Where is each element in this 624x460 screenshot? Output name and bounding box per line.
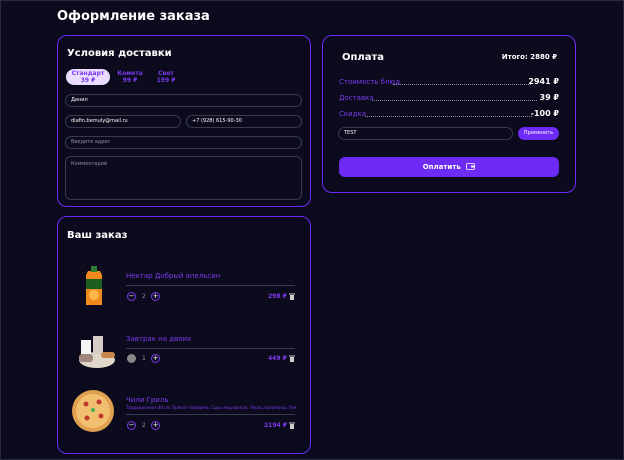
comment-field[interactable]: Комментарий [65, 156, 302, 200]
item-price: 449 ₽ [268, 355, 287, 362]
payment-row-delivery: Доставка 39 ₽ [339, 93, 559, 104]
payment-row-value: 39 ₽ [539, 93, 559, 102]
tab-svet-label: Свет [158, 70, 174, 77]
payment-row-label: Скидка [339, 110, 367, 118]
breakfast-set-image [79, 336, 115, 368]
dotted-leader [393, 84, 531, 85]
trash-icon[interactable] [289, 293, 295, 300]
quantity-plus-button[interactable]: + [151, 292, 160, 301]
tab-standard-label: Стандарт [71, 70, 105, 77]
tab-standard-price: 39 ₽ [80, 77, 96, 84]
pay-button-label: Оплатить [422, 163, 461, 171]
name-field[interactable]: Данил [65, 94, 302, 107]
phone-field[interactable]: +7 (928) 615-90-30 [186, 115, 302, 128]
tab-kometa-label: Комета [117, 70, 143, 77]
pay-button[interactable]: Оплатить [339, 157, 559, 177]
tab-svet[interactable]: Свет 199 ₽ [144, 69, 188, 85]
juice-carton-image [86, 266, 102, 305]
quantity-minus-button[interactable]: − [127, 292, 136, 301]
quantity-minus-button[interactable]: − [127, 421, 136, 430]
order-item-description: Традиционное 40 см, Пряная говядина, Сыр… [126, 405, 296, 410]
promo-code-field[interactable]: TEST [338, 127, 513, 140]
divider [126, 348, 295, 349]
order-item-name: Нектар Добрый апельсин [126, 272, 221, 280]
item-price: 2194 ₽ [264, 422, 287, 429]
quantity-minus-button[interactable] [127, 354, 136, 363]
quantity-value: 1 [142, 355, 146, 362]
item-price: 298 ₽ [268, 293, 287, 300]
quantity-plus-button[interactable]: + [151, 354, 160, 363]
quantity-plus-button[interactable]: + [151, 421, 160, 430]
payment-row-dishes: Стоимость блюд 2941 ₽ [339, 77, 559, 88]
dotted-leader [365, 116, 532, 117]
email-field[interactable]: diafin.bemuly@mail.ru [65, 115, 181, 128]
divider [126, 414, 295, 415]
trash-icon[interactable] [289, 422, 295, 429]
tab-standard[interactable]: Стандарт 39 ₽ [66, 69, 110, 85]
payment-row-value: -100 ₽ [530, 109, 559, 118]
payment-row-discount: Скидка -100 ₽ [339, 109, 559, 120]
apply-promo-button[interactable]: Применить [518, 127, 559, 140]
order-title: Ваш заказ [67, 230, 128, 241]
wallet-icon [466, 163, 476, 170]
page-title: Оформление заказа [57, 9, 210, 24]
payment-row-label: Доставка [339, 94, 374, 102]
quantity-value: 2 [142, 293, 146, 300]
payment-total: Итого: 2880 ₽ [501, 53, 557, 61]
tab-svet-price: 199 ₽ [156, 77, 176, 84]
dotted-leader [372, 100, 537, 101]
payment-row-label: Стоимость блюд [339, 78, 401, 86]
payment-title: Оплата [342, 52, 385, 63]
trash-icon[interactable] [289, 355, 295, 362]
delivery-title: Условия доставки [67, 48, 172, 59]
address-field[interactable]: Введите адрес [65, 136, 302, 149]
order-item-name: Чили Гриль [126, 396, 169, 404]
order-item-name: Завтрак на двоих [126, 335, 192, 343]
pizza-image [72, 390, 114, 432]
quantity-value: 2 [142, 422, 146, 429]
payment-row-value: 2941 ₽ [528, 77, 559, 86]
divider [126, 285, 295, 286]
